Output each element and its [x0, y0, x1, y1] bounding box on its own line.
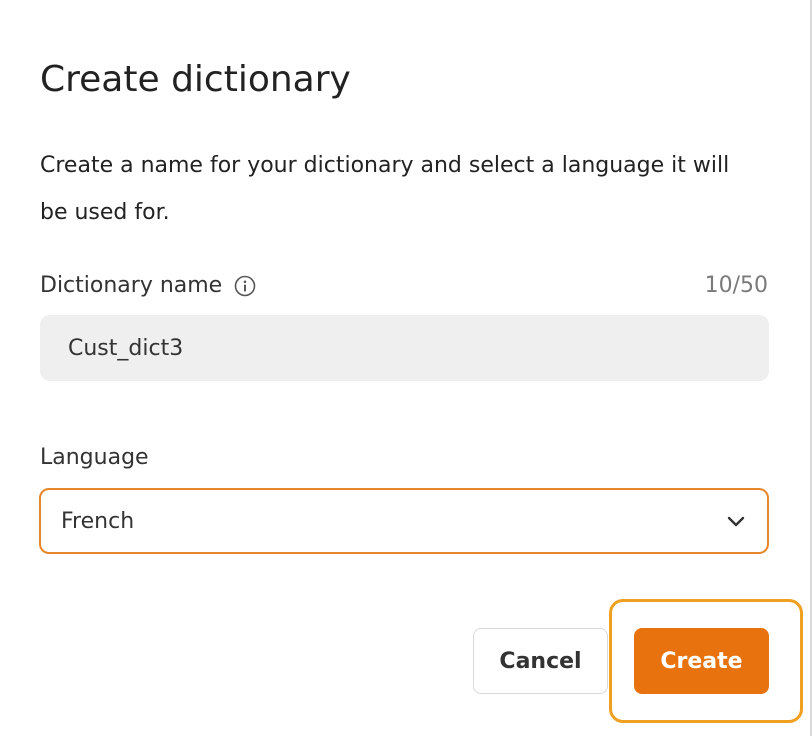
character-counter: 10/50 — [704, 273, 768, 298]
dictionary-name-input[interactable] — [40, 315, 769, 381]
dialog-description: Create a name for your dictionary and se… — [40, 153, 730, 225]
dictionary-name-label: Dictionary name — [40, 271, 256, 301]
dialog-title: Create dictionary — [40, 59, 351, 100]
chevron-down-icon — [725, 514, 747, 528]
language-select[interactable]: French — [39, 488, 769, 554]
info-icon[interactable] — [234, 275, 256, 297]
language-selected-value: French — [61, 508, 135, 534]
cancel-button[interactable]: Cancel — [473, 628, 608, 694]
dictionary-name-label-text: Dictionary name — [40, 273, 223, 298]
create-button[interactable]: Create — [634, 628, 769, 694]
create-dictionary-dialog: Create dictionary Create a name for your… — [0, 0, 812, 736]
language-label: Language — [40, 445, 149, 470]
